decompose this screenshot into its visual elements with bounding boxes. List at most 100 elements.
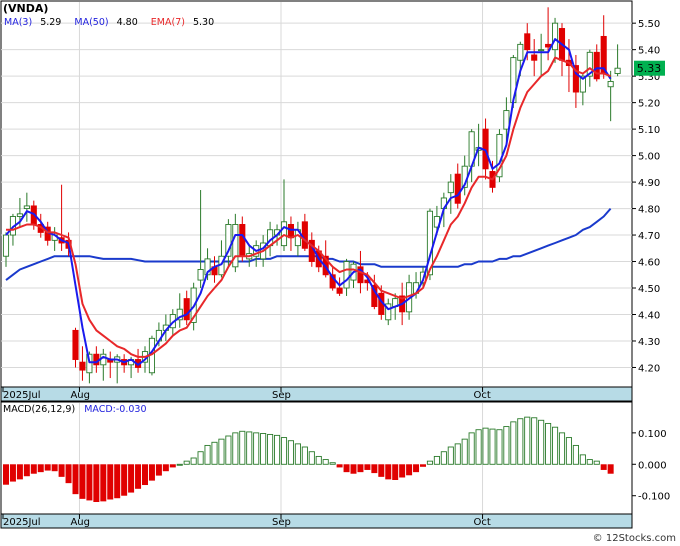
- macd-bar: [496, 429, 503, 465]
- macd-bar: [399, 464, 406, 478]
- candle-body: [607, 80, 614, 88]
- macd-bar: [260, 433, 267, 465]
- candle-body: [531, 54, 538, 61]
- macd-bar: [329, 462, 336, 465]
- macd-bar: [121, 464, 128, 496]
- price-tick-label: 5.10: [638, 125, 660, 136]
- footer-credit: © 12Stocks.com: [593, 533, 676, 544]
- macd-bar: [37, 464, 44, 473]
- macd-bar: [218, 438, 225, 465]
- candle-body: [301, 221, 308, 249]
- macd-bar: [72, 464, 79, 495]
- macd-bar: [148, 464, 155, 481]
- macd-bar: [531, 417, 538, 465]
- candle-body: [197, 269, 204, 281]
- ma3-legend-label: MA(3): [4, 17, 32, 28]
- macd-bar: [475, 429, 482, 465]
- macd-bar: [197, 451, 204, 465]
- macd-bar: [503, 426, 510, 465]
- macd-bar: [336, 464, 343, 468]
- price-tick-label: 4.90: [638, 178, 660, 189]
- candle-body: [552, 22, 559, 51]
- macd-bar: [392, 464, 399, 480]
- ema7-legend-value: 5.30: [193, 17, 214, 28]
- macd-date-band: [0, 513, 633, 529]
- price-tick-label: 4.40: [638, 310, 660, 321]
- macd-bar: [385, 464, 392, 480]
- macd-bar: [114, 464, 121, 499]
- macd-bar: [357, 464, 364, 473]
- candle-body: [538, 49, 545, 52]
- macd-bar: [579, 454, 586, 465]
- macd-bar: [107, 464, 114, 500]
- macd-bar: [162, 464, 169, 472]
- macd-bar: [350, 464, 357, 474]
- macd-bar: [433, 455, 440, 465]
- price-tick-label: 5.40: [638, 46, 660, 57]
- date-label: Sep: [272, 517, 291, 528]
- macd-bar: [593, 460, 600, 465]
- candle-body: [287, 224, 295, 239]
- macd-tick-label: 0.100: [638, 429, 667, 440]
- macd-bar: [301, 446, 308, 465]
- candle-body: [336, 287, 343, 294]
- macd-bar: [253, 432, 260, 465]
- macd-bar: [246, 431, 253, 465]
- macd-bar: [65, 464, 72, 484]
- macd-bar: [239, 430, 246, 465]
- date-label: Aug: [70, 517, 90, 528]
- date-label: Sep: [272, 390, 291, 401]
- macd-bar: [44, 464, 51, 471]
- macd-bar: [524, 416, 531, 465]
- macd-bar: [545, 422, 552, 465]
- candle-body: [23, 205, 30, 210]
- macd-bar: [607, 464, 614, 474]
- date-label: 2025Jul: [3, 517, 41, 528]
- macd-bar: [287, 440, 295, 465]
- macd-tick-label: 0.000: [638, 460, 667, 471]
- ema7-legend-label: EMA(7): [151, 17, 185, 28]
- macd-bar: [16, 464, 23, 480]
- macd-bar: [3, 464, 9, 485]
- macd-bar: [280, 437, 288, 465]
- macd-bar: [204, 444, 211, 465]
- macd-bar: [538, 419, 545, 465]
- macd-bar: [183, 460, 190, 465]
- macd-legend: MACD(26,12,9) MACD:-0.030: [3, 404, 147, 415]
- macd-bar: [176, 463, 183, 466]
- macd-bar: [30, 464, 37, 474]
- macd-bar: [155, 464, 162, 476]
- macd-bar: [426, 460, 434, 465]
- macd-bar: [558, 432, 566, 465]
- candle-body: [454, 173, 461, 204]
- macd-bar: [225, 435, 232, 465]
- macd-bar: [100, 464, 107, 502]
- macd-bar: [468, 432, 475, 465]
- macd-bar: [364, 464, 371, 470]
- macd-bar: [86, 464, 93, 501]
- candle-body: [16, 213, 23, 217]
- macd-bar: [552, 426, 559, 465]
- macd-bar: [586, 459, 593, 465]
- macd-bar: [51, 464, 58, 472]
- date-label: Oct: [474, 517, 491, 528]
- price-tick-label: 4.30: [638, 337, 660, 348]
- macd-bar: [600, 464, 607, 470]
- stock-chart: 4.20 4.30 4.40 4.50 4.60 4.70 4.80 4.90 5.00 5.10…: [0, 0, 680, 546]
- ma50-legend-label: MA(50): [74, 17, 108, 28]
- macd-bar: [267, 433, 274, 465]
- macd-bar: [565, 437, 572, 465]
- candle-body: [239, 224, 246, 257]
- macd-bar: [440, 451, 447, 465]
- macd-bar: [142, 464, 148, 486]
- macd-bar: [572, 444, 579, 465]
- macd-bar: [378, 464, 385, 477]
- macd-bar: [371, 464, 378, 474]
- candle-body: [593, 51, 600, 80]
- macd-bar: [9, 464, 16, 482]
- price-tick-label: 4.50: [638, 284, 660, 295]
- macd-bar: [461, 438, 468, 465]
- date-label: 2025Jul: [3, 390, 41, 401]
- last-price-value: 5.33: [637, 62, 662, 75]
- candle-body: [503, 110, 510, 130]
